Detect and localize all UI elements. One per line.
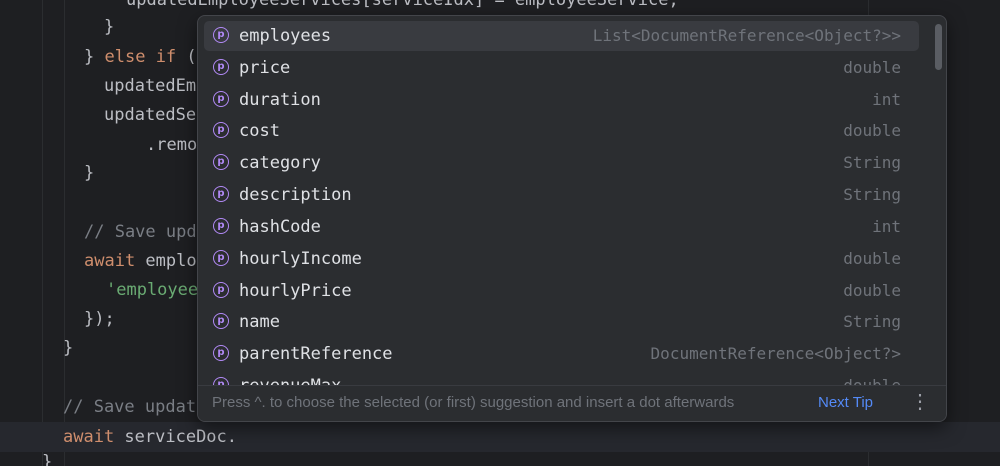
completion-item-type: double [843, 121, 901, 140]
completion-item[interactable]: p name String [204, 307, 919, 337]
completion-item-name: hourlyIncome [239, 249, 362, 269]
completion-item-type: int [872, 90, 901, 109]
code-token: } [84, 47, 105, 67]
property-icon: p [213, 59, 229, 75]
footer-hint-text: Press ^. to choose the selected (or firs… [212, 394, 735, 411]
code-line: } [63, 338, 74, 358]
completion-item-type: DocumentReference<Object?> [650, 344, 901, 363]
completion-item[interactable]: p hashCode int [204, 212, 919, 242]
completion-item-name: hashCode [239, 217, 321, 237]
property-icon: p [213, 282, 229, 298]
keyword-token: if [155, 47, 177, 67]
completion-item-type: double [843, 281, 901, 300]
code-line: updatedEm [104, 76, 197, 96]
completion-item[interactable]: p revenueMax double [204, 371, 919, 386]
code-line: .remo [146, 135, 198, 155]
code-line: updatedEmployeeServices[serviceIdx] = em… [126, 0, 679, 10]
string-line: 'employee [106, 280, 199, 300]
completion-item-type: double [843, 249, 901, 268]
property-icon: p [213, 27, 229, 43]
completion-item-type: List<DocumentReference<Object?>> [592, 26, 901, 45]
completion-item-type: double [843, 376, 901, 386]
code-token: emplo [135, 251, 197, 271]
completion-item-name: employees [239, 26, 332, 46]
completion-item-name: name [239, 312, 280, 332]
property-icon: p [213, 122, 229, 138]
code-token: serviceDoc. [114, 427, 238, 447]
completion-item[interactable]: p hourlyIncome double [204, 244, 919, 274]
comment-line: // Save updat [63, 397, 197, 417]
completion-item-type: String [843, 185, 901, 204]
completion-item-name: category [239, 153, 321, 173]
code-line: } [42, 452, 53, 466]
code-line: await serviceDoc. [63, 427, 237, 447]
completion-item-name: description [239, 185, 352, 205]
completion-item-name: cost [239, 121, 280, 141]
code-line: updatedSe [104, 105, 197, 125]
property-icon: p [213, 91, 229, 107]
completion-item[interactable]: p category String [204, 148, 919, 178]
property-icon: p [213, 186, 229, 202]
property-icon: p [213, 154, 229, 170]
property-icon: p [213, 218, 229, 234]
property-icon: p [213, 313, 229, 329]
completion-item[interactable]: p price double [204, 53, 919, 83]
property-icon: p [213, 345, 229, 361]
completion-item[interactable]: p employees List<DocumentReference<Objec… [204, 21, 919, 51]
completion-item-name: revenueMax [239, 376, 342, 386]
property-icon: p [213, 250, 229, 266]
completion-item-type: String [843, 312, 901, 331]
code-line: }); [84, 309, 115, 329]
indent-guide [42, 0, 43, 466]
completion-item[interactable]: p description String [204, 180, 919, 210]
keyword-token: else [104, 47, 146, 67]
completion-list[interactable]: p employees List<DocumentReference<Objec… [198, 16, 946, 386]
completion-item[interactable]: p cost double [204, 116, 919, 146]
completion-item-type: double [843, 58, 901, 77]
code-line: } [84, 163, 95, 183]
completion-item-name: price [239, 58, 291, 78]
completion-item[interactable]: p duration int [204, 85, 919, 115]
completion-item-type: int [872, 217, 901, 236]
comment-line: // Save upd [84, 222, 197, 242]
completion-item-name: hourlyPrice [239, 281, 352, 301]
keyword-token: await [84, 251, 136, 271]
completion-item-name: duration [239, 90, 321, 110]
completion-footer: Press ^. to choose the selected (or firs… [198, 385, 946, 421]
code-line: } [104, 17, 115, 37]
next-tip-link[interactable]: Next Tip [818, 386, 873, 420]
code-line: await emplo [84, 251, 197, 271]
code-completion-popup[interactable]: p employees List<DocumentReference<Objec… [197, 15, 947, 422]
code-token: ( [176, 47, 197, 67]
scrollbar-thumb[interactable] [935, 24, 942, 70]
completion-item-name: parentReference [239, 344, 393, 364]
code-line: } else if ( [84, 47, 197, 67]
completion-item[interactable]: p hourlyPrice double [204, 276, 919, 306]
more-vertical-icon[interactable]: ⋮ [910, 386, 930, 419]
completion-item[interactable]: p parentReference DocumentReference<Obje… [204, 339, 919, 369]
completion-item-type: String [843, 153, 901, 172]
keyword-token: await [63, 427, 115, 447]
